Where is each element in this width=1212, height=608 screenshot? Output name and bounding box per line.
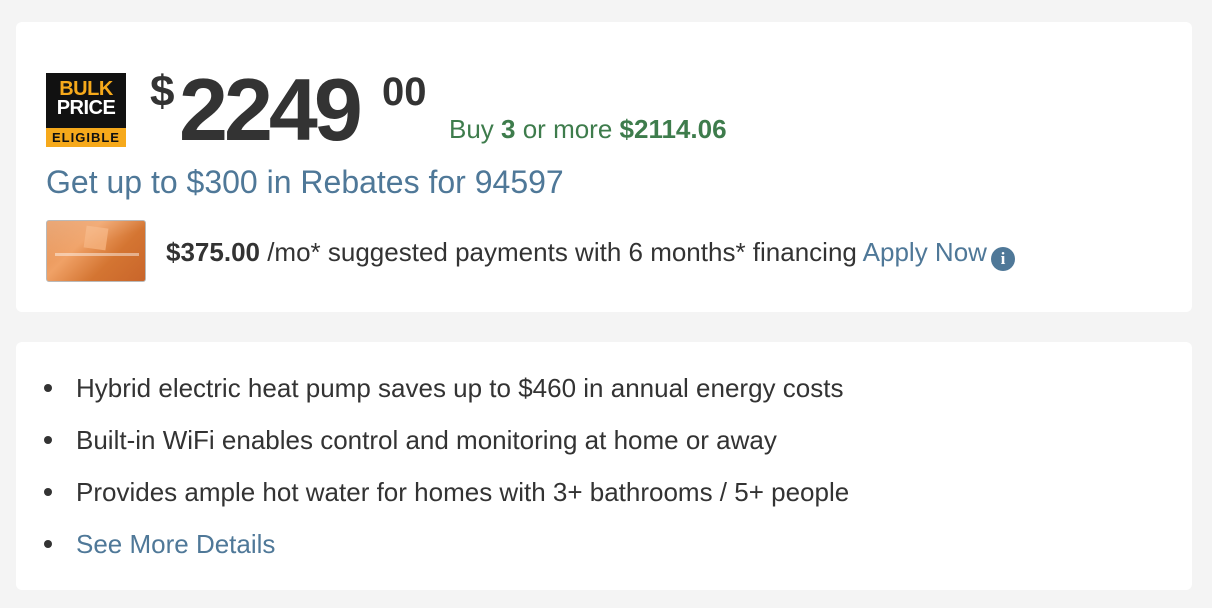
feature-item: Built-in WiFi enables control and monito… bbox=[16, 422, 849, 474]
feature-text: Hybrid electric heat pump saves up to $4… bbox=[76, 373, 844, 403]
price-currency-symbol: $ bbox=[150, 67, 175, 116]
bulk-offer-prefix: Buy bbox=[449, 114, 502, 144]
info-icon[interactable]: i bbox=[990, 247, 1015, 271]
feature-item: Provides ample hot water for homes with … bbox=[16, 474, 849, 526]
bullet-dot-icon bbox=[44, 436, 52, 444]
price-dollars: 2249 bbox=[179, 60, 363, 159]
badge-line-eligible: ELIGIBLE bbox=[46, 128, 126, 147]
home-depot-credit-card-image[interactable] bbox=[46, 220, 146, 282]
rebates-link[interactable]: Get up to $300 in Rebates for 94597 bbox=[46, 164, 564, 200]
bulk-offer-quantity: 3 bbox=[501, 114, 516, 144]
bullet-dot-icon bbox=[44, 384, 52, 392]
badge-line-price: PRICE bbox=[56, 97, 116, 119]
bulk-offer-middle: or more bbox=[515, 114, 620, 144]
financing-text: $375.00 /mo* suggested payments with 6 m… bbox=[166, 236, 1015, 271]
badge-line-bulk: BULK bbox=[59, 78, 113, 100]
bullet-dot-icon bbox=[44, 488, 52, 496]
apply-now-link[interactable]: Apply Now bbox=[863, 237, 987, 267]
see-more-item: See More Details bbox=[16, 526, 849, 578]
financing-description: /mo* suggested payments with 6 months* f… bbox=[259, 237, 863, 267]
features-card: Hybrid electric heat pump saves up to $4… bbox=[16, 342, 1192, 590]
bulk-offer-price: $2114.06 bbox=[619, 114, 727, 144]
price-card: BULK PRICE ELIGIBLE $ 2249 00 Buy 3 or m… bbox=[16, 22, 1192, 312]
see-more-details-link[interactable]: See More Details bbox=[76, 529, 275, 559]
price-cents: 00 bbox=[382, 70, 427, 114]
feature-item: Hybrid electric heat pump saves up to $4… bbox=[16, 370, 849, 422]
bulk-offer-text: Buy 3 or more $2114.06 bbox=[449, 114, 727, 144]
feature-text: Built-in WiFi enables control and monito… bbox=[76, 425, 777, 455]
financing-amount: $375.00 bbox=[166, 237, 260, 267]
bullet-dot-icon bbox=[44, 540, 52, 548]
feature-text: Provides ample hot water for homes with … bbox=[76, 477, 850, 507]
features-list: Hybrid electric heat pump saves up to $4… bbox=[16, 370, 849, 578]
bulk-price-eligible-badge: BULK PRICE ELIGIBLE bbox=[46, 73, 126, 147]
